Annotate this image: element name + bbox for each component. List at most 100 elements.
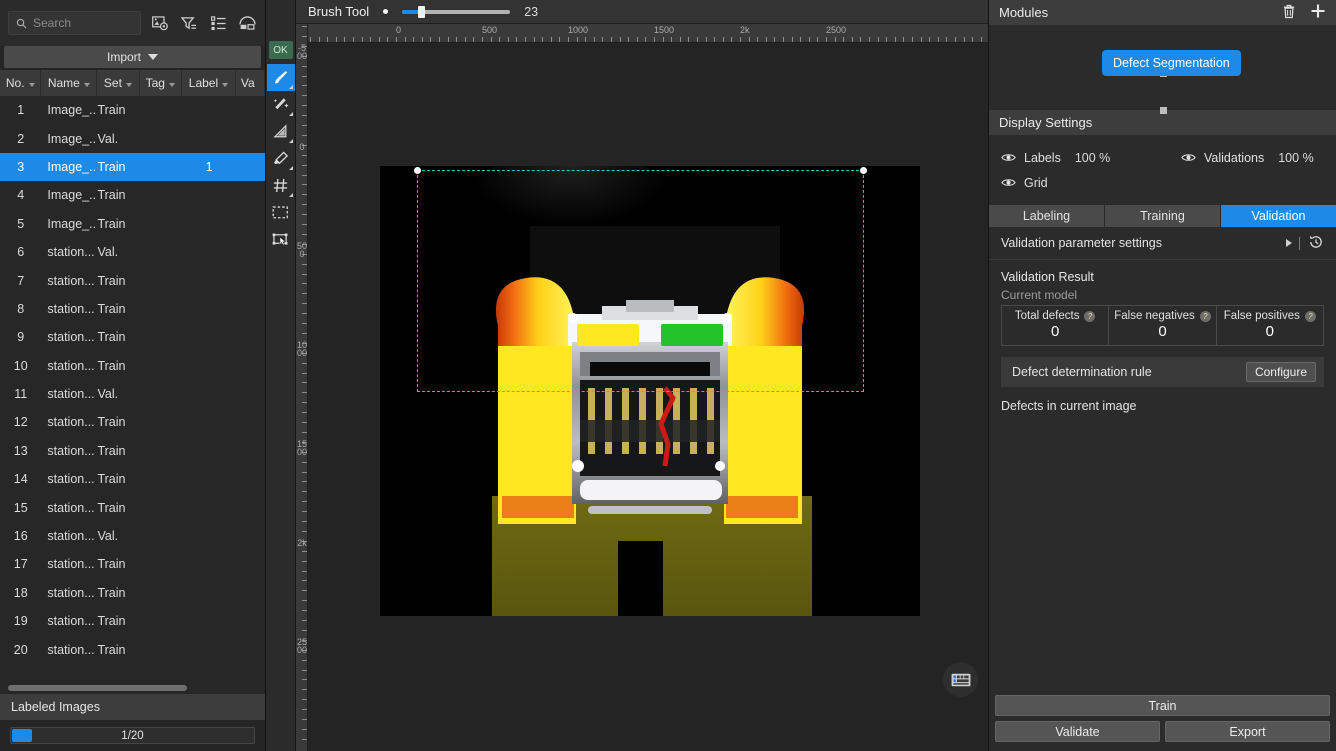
table-row[interactable]: 15 station... Train (0, 493, 265, 521)
grid-tool[interactable] (267, 172, 295, 199)
table-row[interactable]: 8 station... Train (0, 295, 265, 323)
table-row[interactable]: 6 station... Val. (0, 238, 265, 266)
ruler-tick (542, 37, 544, 42)
table-row[interactable]: 9 station... Train (0, 323, 265, 351)
list-view-icon[interactable] (208, 13, 228, 33)
help-icon[interactable]: ? (1084, 310, 1096, 322)
ruler-tick (946, 37, 948, 42)
ruler-tick (628, 37, 630, 42)
ruler-tick (302, 629, 307, 631)
cell-set: Train (97, 159, 126, 174)
image-canvas[interactable] (308, 43, 988, 751)
ruler-tick (318, 37, 320, 42)
grid-label: Grid (1024, 175, 1048, 190)
table-row[interactable]: 16 station... Val. (0, 522, 265, 550)
ruler-tick (834, 37, 836, 42)
table-row[interactable]: 14 station... Train (0, 465, 265, 493)
cell-name: station... (47, 443, 95, 458)
table-row[interactable]: 20 station... Train (0, 635, 265, 663)
validate-button[interactable]: Validate (995, 721, 1160, 742)
validation-parameter-settings-row[interactable]: Validation parameter settings (989, 227, 1336, 260)
list-horizontal-scrollbar[interactable] (0, 682, 265, 694)
ruler-tick (302, 134, 307, 136)
table-row[interactable]: 3 Image_... Train 1 (0, 152, 265, 182)
history-reset-icon[interactable] (1308, 234, 1324, 253)
column-header-no[interactable]: No. (0, 70, 42, 96)
column-header-label[interactable]: Label (182, 70, 236, 96)
ruler-tick (302, 382, 307, 384)
tool-options-bar: Brush Tool 23 (296, 0, 988, 24)
import-button[interactable]: Import (4, 46, 261, 68)
table-row[interactable]: 5 Image_... Train (0, 210, 265, 238)
column-header-val[interactable]: Va (236, 70, 266, 96)
slider-knob[interactable] (418, 5, 426, 18)
toggle-grid[interactable]: Grid (1001, 176, 1048, 190)
column-header-set[interactable]: Set (97, 70, 140, 96)
help-icon[interactable]: ? (1304, 310, 1316, 322)
ok-badge[interactable]: OK (268, 41, 293, 59)
plus-icon[interactable] (1310, 3, 1326, 22)
module-graph-canvas[interactable]: Defect Segmentation (989, 25, 1336, 114)
keyboard-shortcuts-button[interactable] (943, 662, 978, 697)
marquee-select-tool[interactable] (267, 199, 295, 226)
table-row[interactable]: 11 station... Val. (0, 380, 265, 408)
col-label: Tag (145, 76, 165, 90)
transform-select-tool[interactable] (267, 226, 295, 253)
cell-name: station... (47, 585, 95, 600)
marquee-select-icon (272, 206, 288, 219)
expand-arrow-icon[interactable] (1286, 239, 1292, 247)
tab-validation[interactable]: Validation (1221, 205, 1336, 227)
table-row[interactable]: 1 Image_... Train (0, 96, 265, 124)
selection-bounding-box[interactable] (414, 167, 867, 392)
ruler-tick (826, 37, 827, 42)
filter-icon[interactable] (179, 13, 199, 33)
export-button[interactable]: Export (1165, 721, 1330, 742)
column-header-tag[interactable]: Tag (140, 70, 182, 96)
train-button[interactable]: Train (995, 695, 1330, 716)
image-list[interactable]: 1 Image_... Train 2 Image_... Val. 3 Image_... T… (0, 96, 265, 682)
module-node-defect-segmentation[interactable]: Defect Segmentation (1102, 50, 1241, 76)
configure-button[interactable]: Configure (1245, 362, 1316, 382)
ruler-tick (302, 402, 307, 404)
ruler-tick (302, 95, 307, 97)
magic-wand-tool[interactable] (267, 91, 295, 118)
table-row[interactable]: 19 station... Train (0, 607, 265, 635)
table-row[interactable]: 17 station... Train (0, 550, 265, 578)
ruler-tick (559, 37, 561, 42)
layout-view-icon[interactable] (237, 13, 257, 33)
tool-sidebar: OK (266, 0, 296, 751)
tab-training[interactable]: Training (1105, 205, 1221, 227)
table-row[interactable]: 18 station... Train (0, 579, 265, 607)
table-row[interactable]: 4 Image_... Train (0, 181, 265, 209)
table-row[interactable]: 13 station... Train (0, 437, 265, 465)
toggle-validations[interactable]: Validations 100 % (1181, 151, 1314, 165)
scrollbar-thumb[interactable] (8, 685, 188, 691)
ruler-label: 2k (297, 538, 307, 548)
table-row[interactable]: 7 station... Train (0, 266, 265, 294)
search-input[interactable]: Search (8, 11, 141, 35)
brush-size-slider[interactable] (402, 5, 511, 19)
node-port-bottom[interactable] (1160, 107, 1167, 114)
bbox-handle-ne[interactable] (860, 167, 867, 174)
trash-icon[interactable] (1282, 4, 1296, 22)
ruler-tick (421, 37, 423, 42)
help-icon[interactable]: ? (1199, 310, 1211, 322)
column-header-name[interactable]: Name (41, 70, 98, 96)
cell-set: Train (97, 330, 126, 345)
eraser-tool[interactable] (267, 145, 295, 172)
metric-label: False positives (1223, 310, 1300, 322)
image-settings-icon[interactable] (150, 13, 170, 33)
display-settings-body: Labels 100 % Validations 100 % Grid (989, 135, 1336, 203)
tab-labeling[interactable]: Labeling (989, 205, 1105, 227)
table-row[interactable]: 12 station... Train (0, 408, 265, 436)
brush-tool[interactable] (266, 64, 295, 91)
table-row[interactable]: 10 station... Train (0, 352, 265, 380)
toggle-labels[interactable]: Labels 100 % (1001, 151, 1181, 165)
bbox-handle-nw[interactable] (414, 167, 421, 174)
ruler-tick (302, 471, 307, 473)
ruler-tick (310, 37, 311, 42)
ruler-tick (302, 263, 307, 265)
cell-set: Train (97, 216, 126, 231)
table-row[interactable]: 2 Image_... Val. (0, 124, 265, 152)
gradient-tool[interactable] (267, 118, 295, 145)
